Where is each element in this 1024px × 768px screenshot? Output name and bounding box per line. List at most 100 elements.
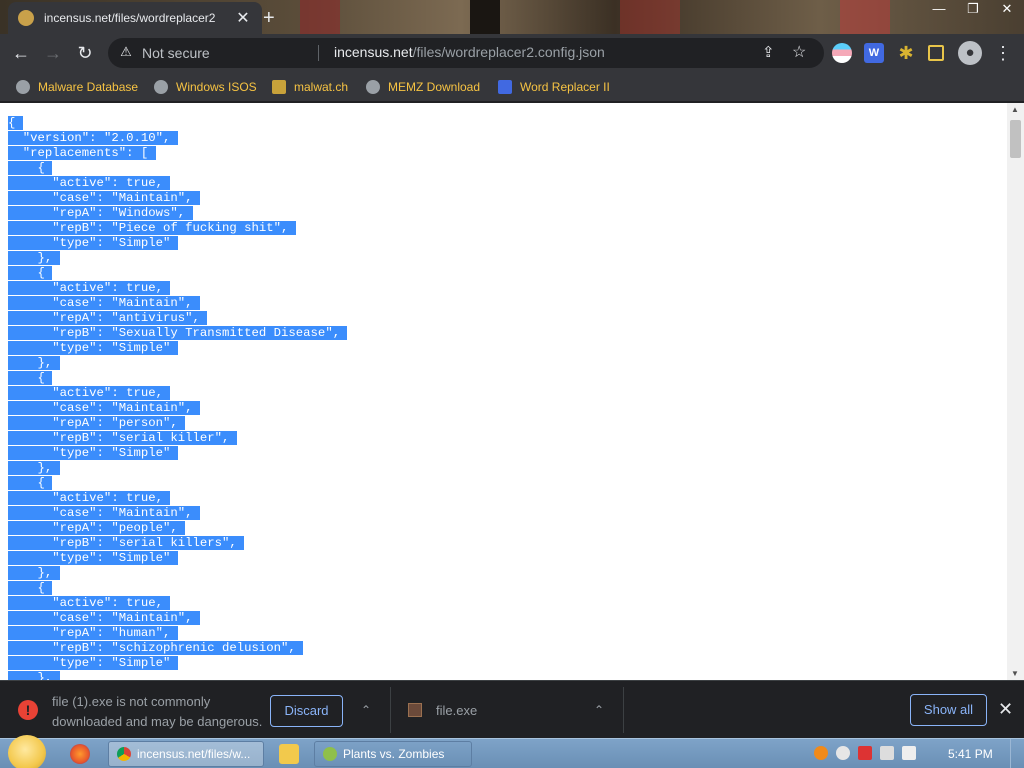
- volume-icon[interactable]: [902, 746, 916, 760]
- json-line-text: {: [8, 116, 23, 130]
- json-line-text: "active": true,: [52, 281, 171, 295]
- json-indent: [8, 296, 53, 310]
- json-indent: [8, 641, 53, 655]
- forward-button[interactable]: →: [42, 42, 64, 64]
- download-file-name[interactable]: file.exe: [436, 703, 477, 718]
- taskbar-item-browser[interactable]: incensus.net/files/w...: [108, 741, 264, 767]
- bookmark-star-icon[interactable]: ☆: [792, 42, 806, 62]
- bookmark-malware-database[interactable]: Malware Database: [16, 77, 138, 97]
- minimize-button[interactable]: —: [922, 0, 956, 22]
- display-tray-icon[interactable]: [880, 746, 894, 760]
- tab-strip: incensus.net/files/wordreplacer2 ✕ + — ❐…: [0, 0, 1024, 34]
- json-line: {: [8, 476, 347, 491]
- json-line: "active": true,: [8, 281, 347, 296]
- json-line: "repA": "human",: [8, 626, 347, 641]
- scrollbar-thumb[interactable]: [1010, 120, 1021, 158]
- chevron-up-icon[interactable]: ⌃: [594, 703, 604, 717]
- new-tab-button[interactable]: +: [263, 7, 275, 30]
- json-indent: [8, 566, 38, 580]
- address-bar[interactable]: ⚠ Not secure incensus.net/files/wordrepl…: [108, 38, 824, 68]
- json-line-text: {: [37, 476, 53, 490]
- discard-button[interactable]: Discard: [270, 695, 343, 727]
- json-indent: [8, 311, 53, 325]
- profile-avatar-icon[interactable]: ●: [958, 41, 982, 65]
- network-error-icon[interactable]: [858, 746, 872, 760]
- globe-icon: [16, 80, 30, 94]
- close-icon[interactable]: ✕: [998, 699, 1013, 720]
- json-line: "type": "Simple": [8, 341, 347, 356]
- globe-icon: [366, 80, 380, 94]
- menu-kebab-icon[interactable]: ⋮: [993, 43, 1013, 63]
- bookmark-label: Windows ISOS: [176, 80, 257, 94]
- json-line-text: "replacements": [: [22, 146, 156, 160]
- globe-icon: [154, 80, 168, 94]
- vertical-scrollbar[interactable]: ▲ ▼: [1007, 103, 1024, 680]
- word-replacer-extension-icon[interactable]: W: [864, 43, 884, 63]
- flag-extension-icon[interactable]: [832, 43, 852, 63]
- url-text[interactable]: incensus.net/files/wordreplacer2.config.…: [334, 44, 605, 60]
- chrome-icon: [117, 747, 131, 761]
- json-line-text: "repB": "serial killer",: [52, 431, 237, 445]
- json-indent: [8, 386, 53, 400]
- json-indent: [8, 671, 38, 680]
- start-button[interactable]: [8, 735, 46, 768]
- security-label[interactable]: Not secure: [142, 45, 210, 61]
- json-line: "repB": "Piece of fucking shit",: [8, 221, 347, 236]
- warning-icon[interactable]: ⚠: [118, 44, 134, 60]
- json-line-text: "repA": "people",: [52, 521, 186, 535]
- scroll-down-icon[interactable]: ▼: [1011, 669, 1019, 678]
- extensions-puzzle-icon[interactable]: ✱: [896, 43, 916, 63]
- json-indent: [8, 326, 53, 340]
- json-line: "active": true,: [8, 176, 347, 191]
- json-indent: [8, 476, 38, 490]
- share-icon[interactable]: ⇪: [762, 43, 775, 61]
- show-desktop-button[interactable]: [1010, 739, 1024, 768]
- exe-file-icon: [408, 703, 422, 717]
- json-indent: [8, 581, 38, 595]
- json-indent: [8, 371, 38, 385]
- json-indent: [8, 236, 53, 250]
- json-line: },: [8, 251, 347, 266]
- back-button[interactable]: ←: [10, 42, 32, 64]
- maximize-button[interactable]: ❐: [956, 0, 990, 22]
- json-line-text: "case": "Maintain",: [52, 611, 200, 625]
- chevron-up-icon[interactable]: ⌃: [361, 703, 371, 717]
- side-panel-icon[interactable]: [928, 45, 944, 61]
- show-all-button[interactable]: Show all: [910, 694, 987, 726]
- json-line-text: },: [37, 356, 60, 370]
- bookmark-malwatch[interactable]: malwat.ch: [272, 77, 348, 97]
- bookmark-memz-download[interactable]: MEMZ Download: [366, 77, 480, 97]
- status-tray-icon[interactable]: [836, 746, 850, 760]
- json-indent: [8, 251, 38, 265]
- bookmark-windows-isos[interactable]: Windows ISOS: [154, 77, 257, 97]
- folder-icon[interactable]: [279, 744, 299, 764]
- json-indent: [8, 206, 53, 220]
- tab-active[interactable]: incensus.net/files/wordreplacer2 ✕: [8, 2, 262, 34]
- scroll-up-icon[interactable]: ▲: [1011, 105, 1019, 114]
- json-line-text: "type": "Simple": [52, 656, 178, 670]
- reload-button[interactable]: ↻: [74, 42, 96, 64]
- url-host: incensus.net: [334, 44, 413, 60]
- json-line-text: {: [37, 371, 53, 385]
- json-line-text: "repB": "Sexually Transmitted Disease",: [52, 326, 348, 340]
- figure-icon: [272, 80, 286, 94]
- address-divider: [318, 45, 319, 61]
- json-line: "case": "Maintain",: [8, 611, 347, 626]
- taskbar: incensus.net/files/w... Plants vs. Zombi…: [0, 735, 1024, 768]
- taskbar-item-game[interactable]: Plants vs. Zombies: [314, 741, 472, 767]
- site-favicon-icon: [18, 10, 34, 26]
- json-indent: [8, 356, 38, 370]
- clock[interactable]: 5:41 PM: [948, 747, 993, 761]
- json-line-text: "case": "Maintain",: [52, 506, 200, 520]
- search-tray-icon[interactable]: [814, 746, 828, 760]
- json-line-text: },: [37, 671, 60, 680]
- bookmark-word-replacer[interactable]: Word Replacer II: [498, 77, 610, 97]
- json-indent: [8, 416, 53, 430]
- close-window-button[interactable]: ✕: [990, 0, 1024, 22]
- json-line-text: },: [37, 461, 60, 475]
- json-line: "type": "Simple": [8, 551, 347, 566]
- tab-close-icon[interactable]: ✕: [234, 8, 252, 28]
- firefox-icon[interactable]: [70, 744, 90, 764]
- json-line-text: "active": true,: [52, 491, 171, 505]
- json-text[interactable]: { "version": "2.0.10", "replacements": […: [8, 116, 348, 680]
